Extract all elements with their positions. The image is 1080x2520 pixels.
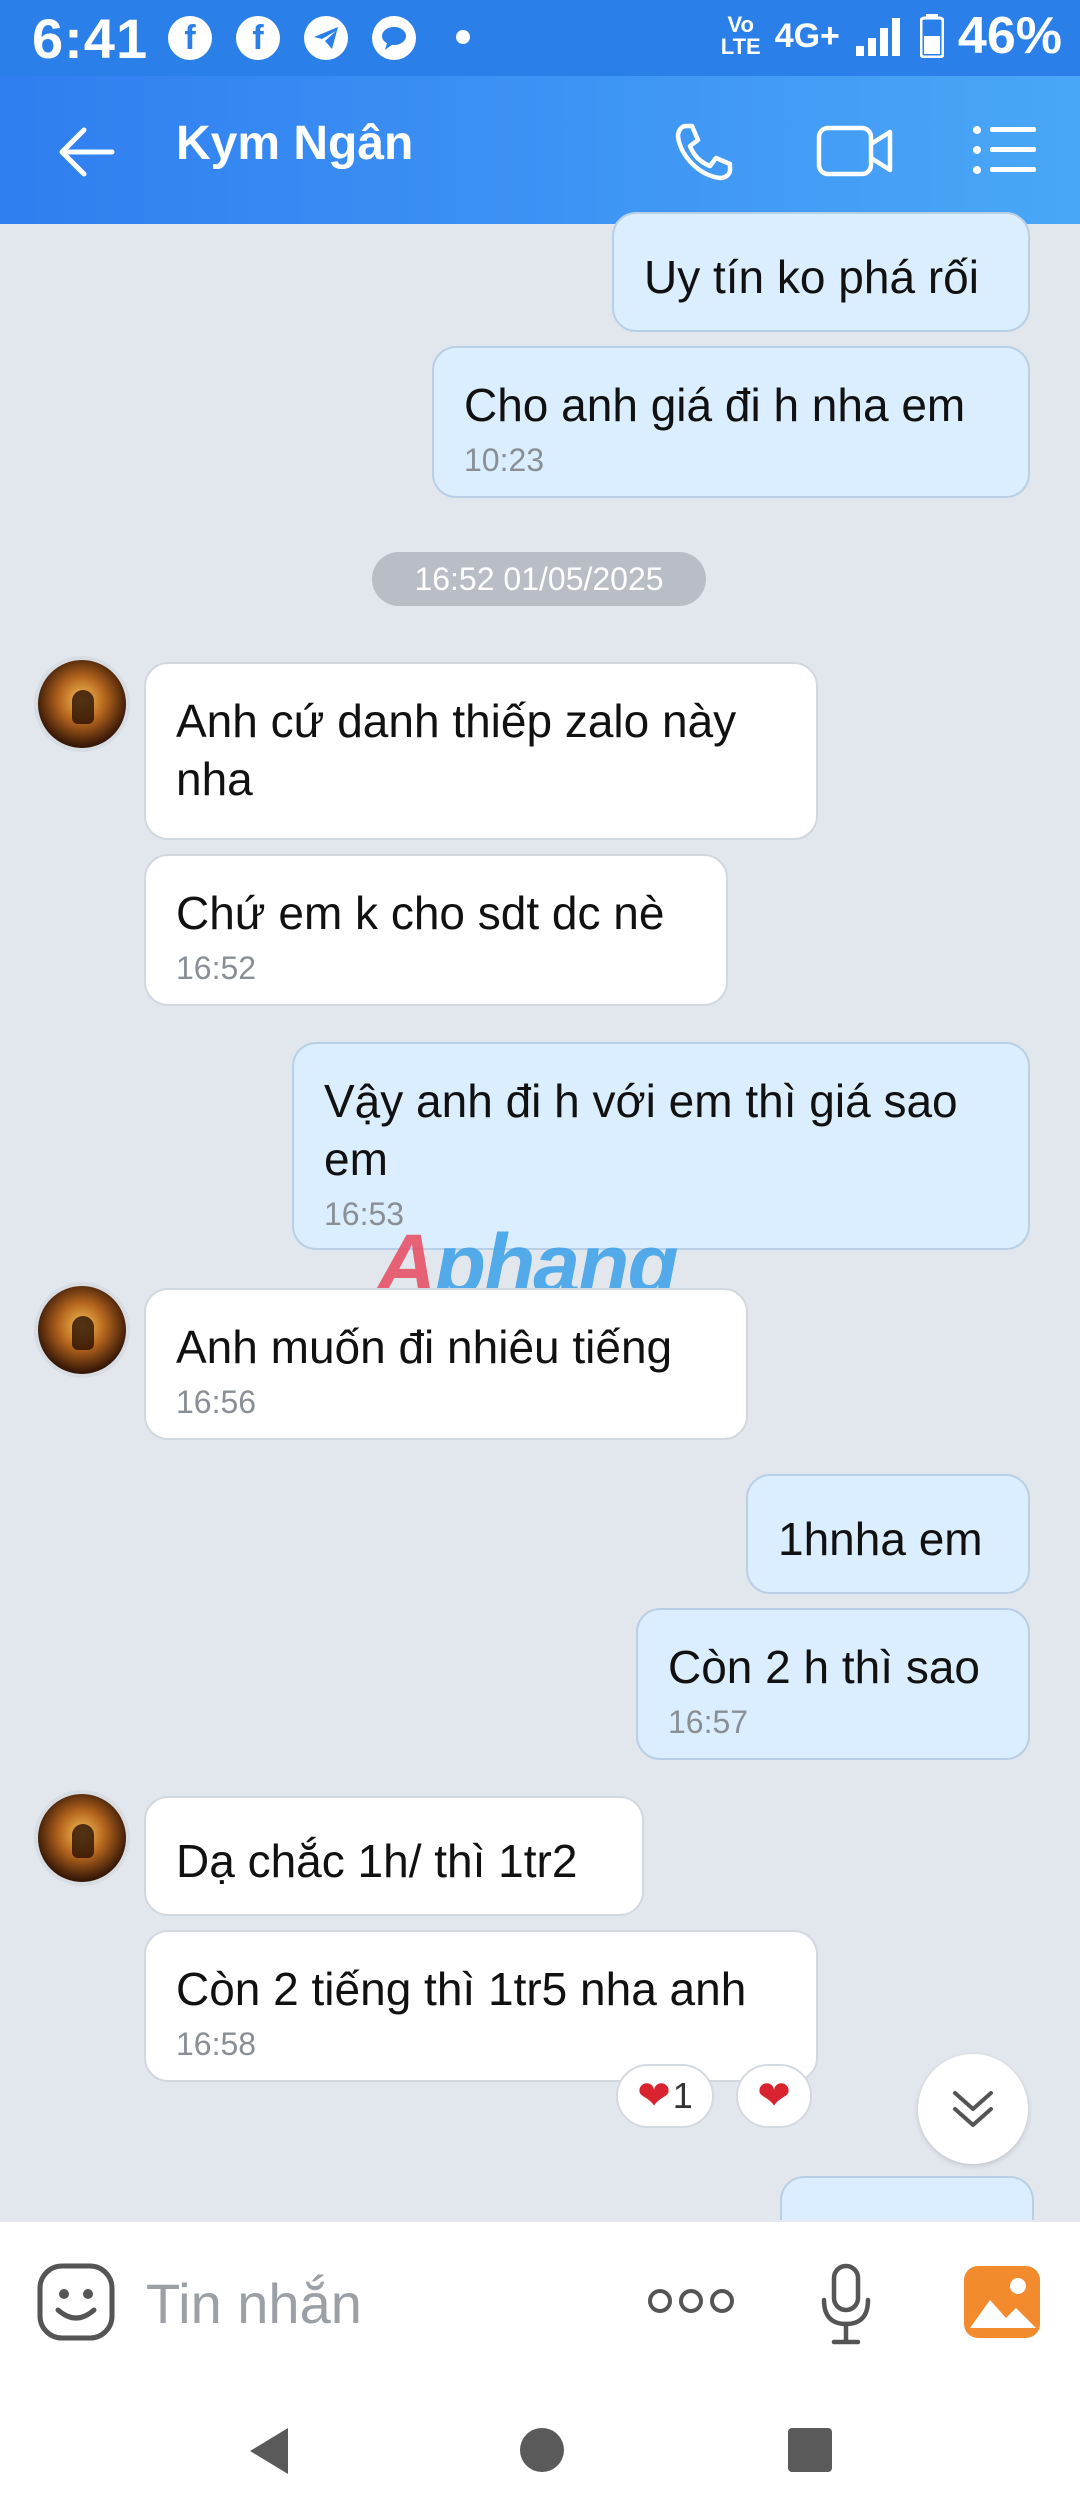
message-text: Uy tín ko phá rối (644, 251, 979, 303)
back-arrow-icon[interactable] (56, 124, 116, 180)
menu-list-icon[interactable] (972, 124, 1038, 176)
message-bubble-incoming[interactable]: Chứ em k cho sdt dc nè 16:52 (144, 854, 728, 1006)
phone-call-icon[interactable] (672, 120, 736, 184)
nav-home-icon[interactable] (520, 2428, 564, 2472)
message-time: 16:57 (668, 1704, 749, 1740)
status-time: 6:41 (32, 7, 149, 70)
message-input-bar (0, 2220, 1080, 2378)
message-text: Còn 2 tiếng thì 1tr5 nha anh (176, 1963, 747, 2015)
nav-back-icon[interactable] (246, 2426, 290, 2476)
more-options-icon[interactable] (646, 2286, 736, 2316)
message-time: 16:56 (176, 1384, 257, 1420)
message-bubble-incoming[interactable]: Còn 2 tiếng thì 1tr5 nha anh 16:58 (144, 1930, 818, 2082)
more-notifications-dot (456, 30, 470, 44)
message-time: 16:52 (176, 950, 257, 986)
video-call-icon[interactable] (816, 122, 894, 180)
reaction-summary[interactable]: ❤ 1 (616, 2064, 714, 2128)
system-navigation-bar (0, 2376, 1080, 2520)
message-bubble-outgoing[interactable]: Cho anh giá đi h nha em 10:23 (432, 346, 1030, 498)
message-text: Chứ em k cho sdt dc nè (176, 887, 665, 939)
message-bubble-outgoing[interactable]: 1hnha em (746, 1474, 1030, 1594)
status-bar: 6:41 f f Vo LTE 4G+ 46% (0, 0, 1080, 76)
date-separator: 16:52 01/05/2025 (372, 552, 706, 606)
image-gallery-icon[interactable] (962, 2264, 1042, 2340)
scroll-to-bottom-button[interactable] (918, 2054, 1028, 2164)
volte-indicator: Vo LTE (720, 12, 761, 59)
message-text: Cho anh giá đi h nha em (464, 379, 966, 431)
message-bubble-incoming[interactable]: Dạ chắc 1h/ thì 1tr2 (144, 1796, 644, 1916)
message-bubble-outgoing[interactable]: Uy tín ko phá rối (612, 212, 1030, 332)
facebook-icon: f (236, 16, 280, 60)
message-bubble-outgoing[interactable]: Còn 2 h thì sao 16:57 (636, 1608, 1030, 1760)
message-text: 1hnha em (778, 1513, 983, 1565)
heart-icon: ❤ (757, 2074, 791, 2118)
message-input[interactable] (144, 2266, 608, 2340)
message-text: Còn 2 h thì sao (668, 1641, 980, 1693)
message-text: Anh muốn đi nhiêu tiếng (176, 1321, 673, 1373)
message-time: 10:23 (464, 442, 545, 478)
battery-percent: 46% (957, 7, 1062, 65)
avatar[interactable] (34, 1282, 130, 1378)
heart-icon: ❤ (637, 2074, 671, 2118)
sticker-icon[interactable] (36, 2262, 116, 2342)
message-time: 16:58 (176, 2026, 257, 2062)
contact-name[interactable]: Kym Ngân (176, 116, 413, 171)
battery-icon (919, 14, 944, 58)
double-chevron-down-icon (953, 2091, 993, 2127)
avatar[interactable] (34, 656, 130, 752)
telegram-icon (304, 16, 348, 60)
message-bubble-incoming[interactable]: Anh muốn đi nhiêu tiếng 16:56 (144, 1288, 748, 1440)
avatar[interactable] (34, 1790, 130, 1886)
signal-icon (855, 18, 900, 56)
message-bubble-incoming[interactable]: Anh cứ danh thiếp zalo này nha (144, 662, 818, 840)
microphone-icon[interactable] (818, 2262, 874, 2346)
react-heart-button[interactable]: ❤ (736, 2064, 812, 2128)
nav-recents-icon[interactable] (788, 2428, 832, 2472)
chat-header: Kym Ngân (0, 76, 1080, 224)
reaction-count: 1 (672, 2075, 693, 2116)
facebook-icon: f (168, 16, 212, 60)
network-type: 4G+ (774, 16, 840, 55)
message-text: Dạ chắc 1h/ thì 1tr2 (176, 1835, 578, 1887)
message-text: Vậy anh đi h với em thì giá sao em (324, 1075, 958, 1185)
message-text: Anh cứ danh thiếp zalo này nha (176, 695, 737, 805)
chat-icon (372, 16, 416, 60)
